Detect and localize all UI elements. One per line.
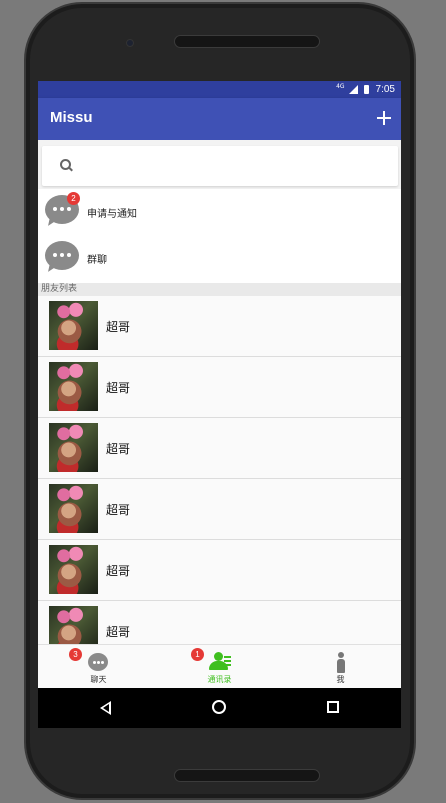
avatar — [49, 606, 98, 644]
bottom-navigation: 3 聊天 1 通讯录 我 — [38, 644, 401, 688]
contacts-unread-badge: 1 — [191, 648, 204, 661]
unread-badge: 2 — [67, 192, 80, 205]
friend-name: 超哥 — [106, 381, 131, 395]
battery-icon — [363, 85, 369, 94]
person-icon — [330, 651, 352, 673]
front-camera — [126, 39, 134, 47]
search-input[interactable] — [82, 154, 382, 178]
friend-row[interactable]: 超哥 — [38, 357, 401, 418]
contacts-icon — [209, 651, 231, 673]
app-title: Missu — [50, 109, 93, 126]
friend-name: 超哥 — [106, 503, 131, 517]
friend-row[interactable]: 超哥 — [38, 601, 401, 644]
friend-name: 超哥 — [106, 320, 131, 334]
tab-contacts-label: 通讯录 — [207, 675, 232, 684]
status-bar: 4G 7:05 — [38, 81, 401, 98]
tab-chat[interactable]: 3 聊天 — [38, 645, 159, 689]
chat-bubble-icon — [45, 241, 79, 274]
search-icon — [60, 159, 72, 171]
friend-row[interactable]: 超哥 — [38, 418, 401, 479]
friend-name: 超哥 — [106, 564, 131, 578]
network-type: 4G — [336, 83, 345, 90]
tab-contacts[interactable]: 1 通讯录 — [159, 645, 280, 689]
add-button[interactable] — [371, 104, 399, 132]
friend-row[interactable]: 超哥 — [38, 540, 401, 601]
friend-list[interactable]: 超哥 超哥 超哥 超哥 超哥 超哥 — [38, 296, 401, 644]
requests-notifications-row[interactable]: 2 申请与通知 — [38, 189, 401, 235]
top-speaker — [174, 35, 320, 48]
group-chat-row[interactable]: 群聊 — [38, 235, 401, 281]
tab-me-label: 我 — [336, 675, 345, 684]
friend-name: 超哥 — [106, 625, 131, 639]
group-chat-label: 群聊 — [87, 255, 107, 266]
app-screen: 4G 7:05 Missu 2 申请与通知 群聊 朋友列表 超哥 超哥 超哥 超… — [38, 81, 401, 728]
friends-section-header: 朋友列表 — [38, 283, 401, 296]
back-icon[interactable] — [100, 701, 111, 715]
chat-unread-badge: 3 — [69, 648, 82, 661]
tab-chat-label: 聊天 — [90, 675, 107, 684]
avatar — [49, 362, 98, 411]
friend-row[interactable]: 超哥 — [38, 479, 401, 540]
search-box[interactable] — [42, 146, 398, 186]
requests-notifications-label: 申请与通知 — [87, 209, 137, 220]
status-time: 7:05 — [375, 84, 395, 95]
chat-bubble-icon: 2 — [45, 192, 80, 228]
avatar — [49, 423, 98, 472]
avatar — [49, 545, 98, 594]
search-container — [38, 140, 401, 189]
home-icon[interactable] — [212, 700, 226, 714]
friend-row[interactable]: 超哥 — [38, 296, 401, 357]
recent-apps-icon[interactable] — [327, 701, 339, 713]
tab-me[interactable]: 我 — [280, 645, 401, 689]
signal-icon — [348, 85, 358, 94]
bottom-speaker — [174, 769, 320, 782]
system-nav-bar — [38, 688, 401, 728]
app-bar: Missu — [38, 98, 401, 140]
avatar — [49, 301, 98, 350]
chat-bubble-icon — [87, 651, 109, 673]
friend-name: 超哥 — [106, 442, 131, 456]
avatar — [49, 484, 98, 533]
